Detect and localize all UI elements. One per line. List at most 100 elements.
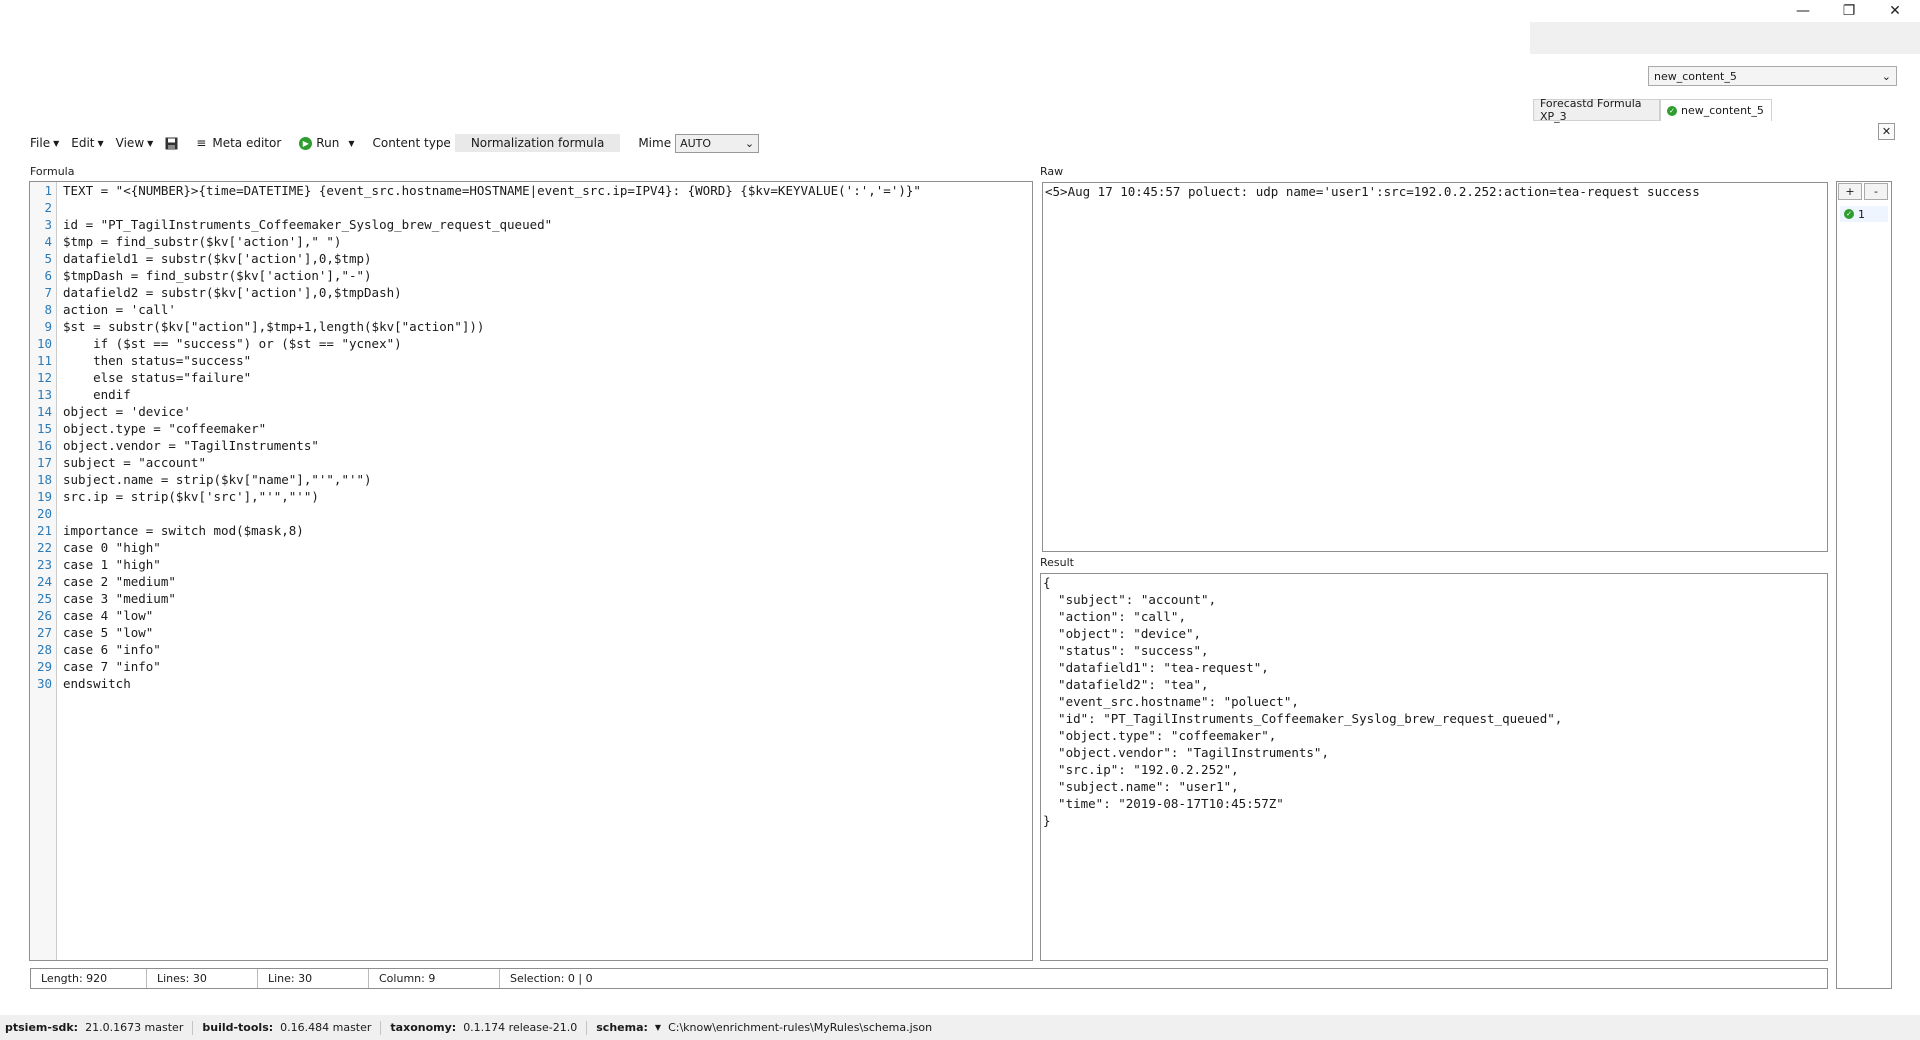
line-number: 21 <box>36 523 52 538</box>
list-icon: ≡ <box>196 136 207 150</box>
result-label: Result <box>1040 556 1074 569</box>
content-type-value: Normalization formula <box>454 134 621 152</box>
sdk-version: ptsiem-sdk: 21.0.1673 master <box>5 1021 184 1034</box>
result-line: "event_src.hostname": "poluect", <box>1043 694 1299 709</box>
code-line: object = 'device' <box>63 404 191 419</box>
tab-forecast-formula[interactable]: Forecastd Formula XP_3 <box>1533 97 1660 123</box>
result-line: "object.type": "coffeemaker", <box>1043 728 1277 743</box>
line-number: 26 <box>36 608 52 623</box>
view-menu[interactable]: View ▼ <box>110 136 160 150</box>
code-line: endswitch <box>63 676 131 691</box>
result-line: "subject": "account", <box>1043 592 1217 607</box>
minimize-icon[interactable]: — <box>1780 0 1826 22</box>
result-line: "status": "success", <box>1043 643 1209 658</box>
lines-status: Lines: 30 <box>147 969 258 988</box>
code-line: $tmp = find_substr($kv['action']," ") <box>63 234 342 249</box>
taxonomy-version: taxonomy: 0.1.174 release-21.0 <box>390 1021 578 1034</box>
file-menu[interactable]: File ▼ <box>24 136 65 150</box>
code-line: object.type = "coffeemaker" <box>63 421 267 436</box>
result-output[interactable]: { "subject": "account", "action": "call"… <box>1040 573 1828 961</box>
code-line: case 3 "medium" <box>63 591 176 606</box>
line-number: 8 <box>44 302 52 317</box>
line-number: 20 <box>36 506 52 521</box>
column-status: Column: 9 <box>369 969 500 988</box>
meta-editor-button[interactable]: ≡ Meta editor <box>190 136 287 150</box>
code-line: case 1 "high" <box>63 557 161 572</box>
code-line: $st = substr($kv["action"],$tmp+1,length… <box>63 319 485 334</box>
code-line: action = 'call' <box>63 302 176 317</box>
tab-label: new_content_5 <box>1681 104 1764 117</box>
code-line: subject.name = strip($kv["name"],"'","'"… <box>63 472 372 487</box>
mime-select[interactable]: AUTO ⌄ <box>675 133 760 153</box>
line-number: 14 <box>36 404 52 419</box>
code-line: $tmpDash = find_substr($kv['action'],"-"… <box>63 268 372 283</box>
line-number-gutter: 1 2 3 4 5 6 7 8 9 10 11 12 13 14 15 16 17 18 19 20 21 22 23 24 2… <box>30 182 57 960</box>
editor-status-bar: Length: 920 Lines: 30 Line: 30 Column: 9… <box>30 968 1828 989</box>
line-number: 25 <box>36 591 52 606</box>
code-line: datafield1 = substr($kv['action'],0,$tmp… <box>63 251 372 266</box>
tab-new-content[interactable]: ✓ new_content_5 <box>1660 99 1772 121</box>
code-line: case 4 "low" <box>63 608 154 623</box>
line-number: 17 <box>36 455 52 470</box>
add-test-button[interactable]: + <box>1838 183 1862 200</box>
close-icon[interactable]: ✕ <box>1872 0 1918 22</box>
chevron-down-icon: ⌄ <box>744 136 755 150</box>
code-line: endif <box>63 387 131 402</box>
result-line: "id": "PT_TagilInstruments_Coffeemaker_S… <box>1043 711 1563 726</box>
remove-test-button[interactable]: - <box>1864 183 1888 200</box>
result-line: "datafield1": "tea-request", <box>1043 660 1269 675</box>
close-tab-icon[interactable]: ✕ <box>1878 123 1895 140</box>
line-number: 18 <box>36 472 52 487</box>
result-line: { <box>1043 575 1051 590</box>
tab-label: Forecastd Formula XP_3 <box>1540 97 1642 123</box>
formula-label: Formula <box>30 165 75 178</box>
formula-code[interactable]: TEXT = "<{NUMBER}>{time=DATETIME} {event… <box>63 182 1023 960</box>
line-number: 3 <box>44 217 52 232</box>
code-line: id = "PT_TagilInstruments_Coffeemaker_Sy… <box>63 217 553 232</box>
code-line: src.ip = strip($kv['src'],"'","'") <box>63 489 319 504</box>
code-line: case 2 "medium" <box>63 574 176 589</box>
build-tools-version: build-tools: 0.16.484 master <box>202 1021 372 1034</box>
check-icon: ✓ <box>1667 105 1677 116</box>
line-number: 16 <box>36 438 52 453</box>
line-number: 22 <box>36 540 52 555</box>
result-line: "object": "device", <box>1043 626 1202 641</box>
code-line: importance = switch mod($mask,8) <box>63 523 304 538</box>
line-number: 15 <box>36 421 52 436</box>
mime-label: Mime AUTO ⌄ <box>632 133 765 153</box>
code-line: case 5 "low" <box>63 625 154 640</box>
line-number: 24 <box>36 574 52 589</box>
result-line: "time": "2019-08-17T10:45:57Z" <box>1043 796 1284 811</box>
code-line: else status="failure" <box>63 370 252 385</box>
schema-path[interactable]: schema: ▼ C:\know\enrichment-rules\MyRul… <box>591 1021 937 1034</box>
line-number: 2 <box>44 200 52 215</box>
content-selector[interactable]: new_content_5 ⌄ <box>1648 66 1897 86</box>
code-line: TEXT = "<{NUMBER}>{time=DATETIME} {event… <box>63 183 921 198</box>
line-number: 4 <box>44 234 52 249</box>
save-icon[interactable] <box>159 137 184 150</box>
line-number: 7 <box>44 285 52 300</box>
play-icon: ▶ <box>299 136 313 150</box>
test-item[interactable]: ✓ 1 <box>1840 206 1888 222</box>
run-button[interactable]: ▶ Run ▼ <box>293 136 360 150</box>
toolbar: File ▼ Edit ▼ View ▼ ≡ Meta editor ▶ Run ▼ Con… <box>24 131 760 155</box>
code-line: case 0 "high" <box>63 540 161 555</box>
line-number: 5 <box>44 251 52 266</box>
code-line: case 7 "info" <box>63 659 161 674</box>
raw-input[interactable]: <5>Aug 17 10:45:57 poluect: udp name='us… <box>1042 182 1828 552</box>
line-status: Line: 30 <box>258 969 369 988</box>
bottom-status-bar: ptsiem-sdk: 21.0.1673 master build-tools… <box>0 1015 1920 1040</box>
restore-icon[interactable]: ❐ <box>1826 0 1872 22</box>
result-line: "action": "call", <box>1043 609 1186 624</box>
line-number: 27 <box>36 625 52 640</box>
result-line: "datafield2": "tea", <box>1043 677 1209 692</box>
result-line: "object.vendor": "TagilInstruments", <box>1043 745 1329 760</box>
line-number: 1 <box>44 183 52 198</box>
line-number: 19 <box>36 489 52 504</box>
test-list-panel <box>1836 181 1892 989</box>
code-line: datafield2 = substr($kv['action'],0,$tmp… <box>63 285 402 300</box>
chevron-down-icon: ▼ <box>654 1023 662 1032</box>
line-number: 10 <box>36 336 52 351</box>
edit-menu[interactable]: Edit ▼ <box>65 136 109 150</box>
